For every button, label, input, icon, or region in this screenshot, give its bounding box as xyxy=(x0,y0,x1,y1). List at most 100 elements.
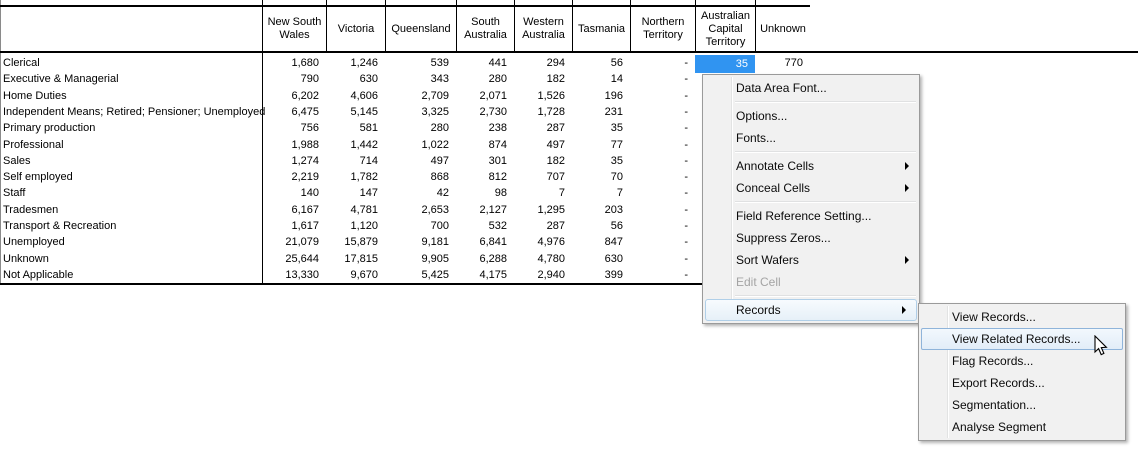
column-header[interactable]: Tasmania xyxy=(573,7,630,51)
data-cell[interactable]: 1,022 xyxy=(386,136,449,152)
data-cell[interactable]: 1,617 xyxy=(263,218,319,234)
data-cell[interactable]: 2,127 xyxy=(457,202,507,218)
column-header[interactable]: South Australia xyxy=(457,7,514,51)
data-cell[interactable]: 5,425 xyxy=(386,267,449,283)
data-cell[interactable]: - xyxy=(631,120,688,136)
data-cell[interactable]: - xyxy=(631,267,688,283)
data-cell[interactable]: - xyxy=(631,202,688,218)
selected-cell[interactable]: 35 xyxy=(695,55,755,73)
data-cell[interactable]: 630 xyxy=(327,71,378,87)
row-label[interactable]: Self employed xyxy=(3,169,259,185)
data-cell[interactable]: 4,175 xyxy=(457,267,507,283)
data-cell[interactable]: 182 xyxy=(515,153,565,169)
row-label[interactable]: Not Applicable xyxy=(3,267,259,283)
data-cell[interactable]: 1,274 xyxy=(263,153,319,169)
menu-item-options[interactable]: Options... xyxy=(703,105,919,127)
data-cell[interactable]: 6,475 xyxy=(263,104,319,120)
data-cell[interactable]: 4,976 xyxy=(515,234,565,250)
data-cell[interactable]: 17,815 xyxy=(327,250,378,266)
data-cell[interactable]: 812 xyxy=(457,169,507,185)
data-cell[interactable]: - xyxy=(631,185,688,201)
row-label[interactable]: Clerical xyxy=(3,55,259,71)
data-cell[interactable]: 9,181 xyxy=(386,234,449,250)
data-cell[interactable]: - xyxy=(631,71,688,87)
menu-item-view-related-records[interactable]: View Related Records... xyxy=(921,328,1123,350)
data-cell[interactable]: 441 xyxy=(457,55,507,71)
data-cell[interactable]: 9,905 xyxy=(386,250,449,266)
data-cell[interactable]: 196 xyxy=(573,88,623,104)
column-header[interactable]: Victoria xyxy=(327,7,385,51)
column-header[interactable]: Northern Territory xyxy=(631,7,695,51)
data-cell[interactable]: 77 xyxy=(573,136,623,152)
data-cell[interactable]: 5,145 xyxy=(327,104,378,120)
data-cell[interactable]: - xyxy=(631,136,688,152)
data-cell[interactable]: 140 xyxy=(263,185,319,201)
row-label[interactable]: Professional xyxy=(3,136,259,152)
data-cell[interactable]: 1,526 xyxy=(515,88,565,104)
data-cell[interactable]: 868 xyxy=(386,169,449,185)
column-header[interactable]: Australian Capital Territory xyxy=(696,7,755,51)
data-cell[interactable]: 238 xyxy=(457,120,507,136)
data-cell[interactable]: 539 xyxy=(386,55,449,71)
data-cell[interactable]: 6,167 xyxy=(263,202,319,218)
column-header[interactable]: New South Wales xyxy=(263,7,326,51)
data-cell[interactable]: 2,219 xyxy=(263,169,319,185)
data-cell[interactable]: 35 xyxy=(573,153,623,169)
data-cell[interactable]: 42 xyxy=(386,185,449,201)
data-cell[interactable]: 7 xyxy=(573,185,623,201)
data-cell[interactable]: - xyxy=(631,55,688,71)
data-cell[interactable]: 13,330 xyxy=(263,267,319,283)
menu-item-analyse-segment[interactable]: Analyse Segment xyxy=(919,416,1125,438)
data-cell[interactable]: 532 xyxy=(457,218,507,234)
data-cell[interactable]: 343 xyxy=(386,71,449,87)
data-cell[interactable]: 287 xyxy=(515,120,565,136)
data-cell[interactable]: 707 xyxy=(515,169,565,185)
data-cell[interactable]: 1,120 xyxy=(327,218,378,234)
data-cell[interactable]: 70 xyxy=(573,169,623,185)
row-label[interactable]: Independent Means; Retired; Pensioner; U… xyxy=(3,104,259,120)
column-header[interactable]: Unknown xyxy=(756,7,810,51)
menu-item-export-records[interactable]: Export Records... xyxy=(919,372,1125,394)
data-cell[interactable]: 581 xyxy=(327,120,378,136)
data-cell[interactable]: - xyxy=(631,88,688,104)
row-label[interactable]: Tradesmen xyxy=(3,202,259,218)
data-cell[interactable]: - xyxy=(631,234,688,250)
data-cell[interactable]: 14 xyxy=(573,71,623,87)
data-cell[interactable]: 147 xyxy=(327,185,378,201)
menu-item-sort-wafers[interactable]: Sort Wafers xyxy=(703,249,919,271)
column-header[interactable]: Western Australia xyxy=(515,7,572,51)
data-cell[interactable]: 4,606 xyxy=(327,88,378,104)
data-cell[interactable]: 15,879 xyxy=(327,234,378,250)
row-label[interactable]: Transport & Recreation xyxy=(3,218,259,234)
data-cell[interactable]: 301 xyxy=(457,153,507,169)
data-cell[interactable]: 4,781 xyxy=(327,202,378,218)
data-cell[interactable]: 700 xyxy=(386,218,449,234)
data-cell[interactable]: 756 xyxy=(263,120,319,136)
menu-item-records[interactable]: Records xyxy=(705,299,917,321)
menu-item-fonts[interactable]: Fonts... xyxy=(703,127,919,149)
data-cell[interactable]: 203 xyxy=(573,202,623,218)
row-label[interactable]: Home Duties xyxy=(3,88,259,104)
data-cell[interactable]: 1,728 xyxy=(515,104,565,120)
data-cell[interactable]: 497 xyxy=(386,153,449,169)
data-cell[interactable]: 399 xyxy=(573,267,623,283)
data-cell[interactable]: 790 xyxy=(263,71,319,87)
data-cell[interactable]: 6,288 xyxy=(457,250,507,266)
menu-item-annotate-cells[interactable]: Annotate Cells xyxy=(703,155,919,177)
data-cell[interactable]: 497 xyxy=(515,136,565,152)
menu-item-conceal-cells[interactable]: Conceal Cells xyxy=(703,177,919,199)
data-cell[interactable]: 294 xyxy=(515,55,565,71)
data-cell[interactable]: 231 xyxy=(573,104,623,120)
data-cell[interactable]: 1,442 xyxy=(327,136,378,152)
data-cell[interactable]: 1,680 xyxy=(263,55,319,71)
row-label[interactable]: Primary production xyxy=(3,120,259,136)
menu-item-field-reference-setting[interactable]: Field Reference Setting... xyxy=(703,205,919,227)
data-cell[interactable]: 2,653 xyxy=(386,202,449,218)
data-cell[interactable]: 6,202 xyxy=(263,88,319,104)
data-cell[interactable]: 6,841 xyxy=(457,234,507,250)
column-header[interactable]: Queensland xyxy=(386,7,456,51)
data-cell[interactable]: 56 xyxy=(573,218,623,234)
data-cell[interactable]: 56 xyxy=(573,55,623,71)
data-cell[interactable]: 1,782 xyxy=(327,169,378,185)
data-cell[interactable]: - xyxy=(631,153,688,169)
